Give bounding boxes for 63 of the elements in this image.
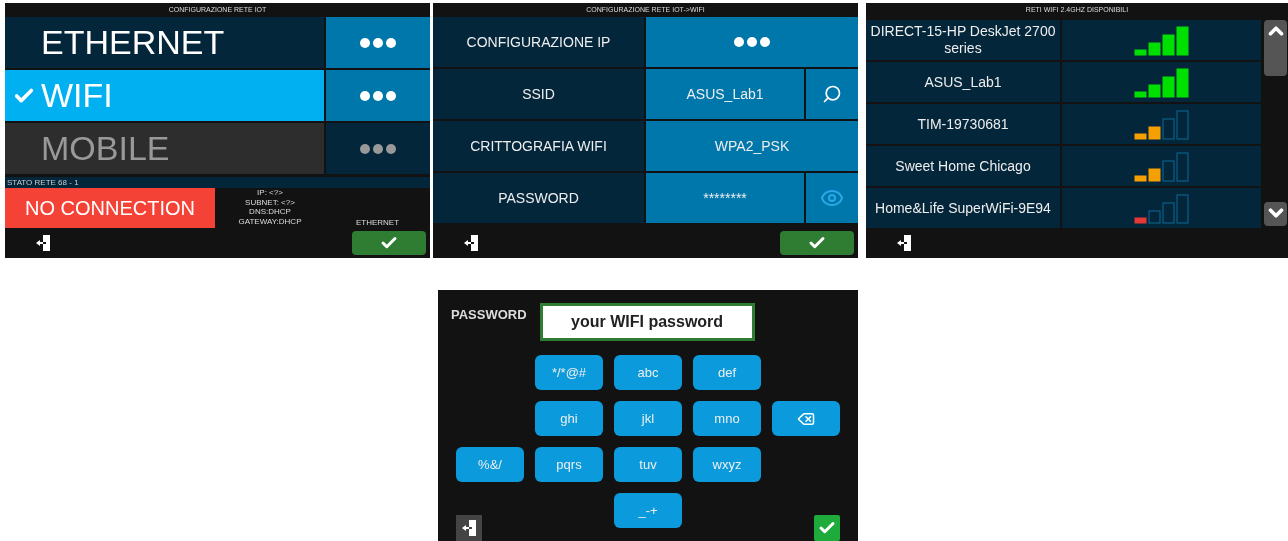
confirm-button[interactable] xyxy=(814,515,840,541)
backspace-key[interactable] xyxy=(772,401,840,436)
keypad-key[interactable]: */*@# xyxy=(535,355,603,390)
keypad-key[interactable]: wxyz xyxy=(693,447,761,482)
network-info-text: SUBNET: <?> xyxy=(245,197,295,207)
network-name[interactable]: Home&Life SuperWiFi-9E94 xyxy=(866,188,1060,228)
keypad-key[interactable]: _-+ xyxy=(614,493,682,528)
scroll-down-button[interactable] xyxy=(1264,202,1287,226)
signal-bars-icon xyxy=(1133,110,1190,140)
keypad-key[interactable]: def xyxy=(693,355,761,390)
more-dots-icon xyxy=(734,37,770,47)
network-info-text: IP: <?> xyxy=(257,188,283,198)
signal-bars-icon xyxy=(1133,26,1190,56)
active-interface-text: ETHERNET xyxy=(354,217,401,228)
signal-bars-icon xyxy=(1133,194,1190,224)
confirm-button[interactable] xyxy=(352,231,426,255)
setting-label: CONFIGURAZIONE IP xyxy=(433,17,644,67)
interface-option[interactable]: WIFI xyxy=(5,70,324,121)
exit-door-icon xyxy=(463,234,479,252)
network-info-text: GATEWAY:DHCP xyxy=(238,216,302,226)
setting-label: SSID xyxy=(433,69,644,119)
signal-bars-icon xyxy=(1133,68,1190,98)
setting-label: CRITTOGRAFIA WIFI xyxy=(433,121,644,171)
network-name[interactable]: Sweet Home Chicago xyxy=(866,146,1060,186)
more-dots-icon xyxy=(360,143,396,154)
keypad-key[interactable]: pqrs xyxy=(535,447,603,482)
keypad-key[interactable]: ghi xyxy=(535,401,603,436)
keypad-key[interactable]: abc xyxy=(614,355,682,390)
interface-label: WIFI xyxy=(41,76,113,115)
connection-status: NO CONNECTION xyxy=(5,188,215,228)
network-name[interactable]: DIRECT-15-HP DeskJet 2700 series xyxy=(866,20,1060,60)
interface-option[interactable]: ETHERNET xyxy=(5,17,324,68)
options-button[interactable] xyxy=(326,17,430,68)
interface-label: ETHERNET xyxy=(41,23,225,62)
password-field[interactable]: your WIFI password xyxy=(539,302,755,341)
network-info-text: DNS:DHCP xyxy=(249,207,291,217)
scroll-up-button[interactable] xyxy=(1264,20,1287,76)
field-label: PASSWORD xyxy=(451,307,527,322)
setting-value[interactable]: WPA2_PSK xyxy=(646,121,858,171)
status-bar: STATO RETE 68 - 1 xyxy=(5,177,430,188)
signal-bars-icon xyxy=(1133,152,1190,182)
more-dots-icon xyxy=(360,90,396,101)
network-name[interactable]: ASUS_Lab1 xyxy=(866,62,1060,102)
exit-button[interactable] xyxy=(456,515,482,541)
setting-value[interactable]: ******** xyxy=(646,173,804,223)
keypad-key[interactable]: tuv xyxy=(614,447,682,482)
keypad-key[interactable]: jkl xyxy=(614,401,682,436)
search-icon xyxy=(822,84,842,104)
confirm-button[interactable] xyxy=(780,231,854,255)
setting-value[interactable]: ASUS_Lab1 xyxy=(646,69,804,119)
search-button[interactable] xyxy=(806,69,858,119)
more-dots-icon xyxy=(360,37,396,48)
exit-door-icon xyxy=(35,234,51,252)
options-button[interactable] xyxy=(646,17,858,67)
network-name[interactable]: TIM-19730681 xyxy=(866,104,1060,144)
keypad-key[interactable]: mno xyxy=(693,401,761,436)
exit-door-icon xyxy=(896,234,912,252)
setting-label: PASSWORD xyxy=(433,173,644,223)
options-button[interactable] xyxy=(326,123,430,174)
keypad-key[interactable]: %&/ xyxy=(456,447,524,482)
options-button[interactable] xyxy=(326,70,430,121)
exit-door-icon xyxy=(461,519,477,537)
interface-label: MOBILE xyxy=(41,129,170,168)
